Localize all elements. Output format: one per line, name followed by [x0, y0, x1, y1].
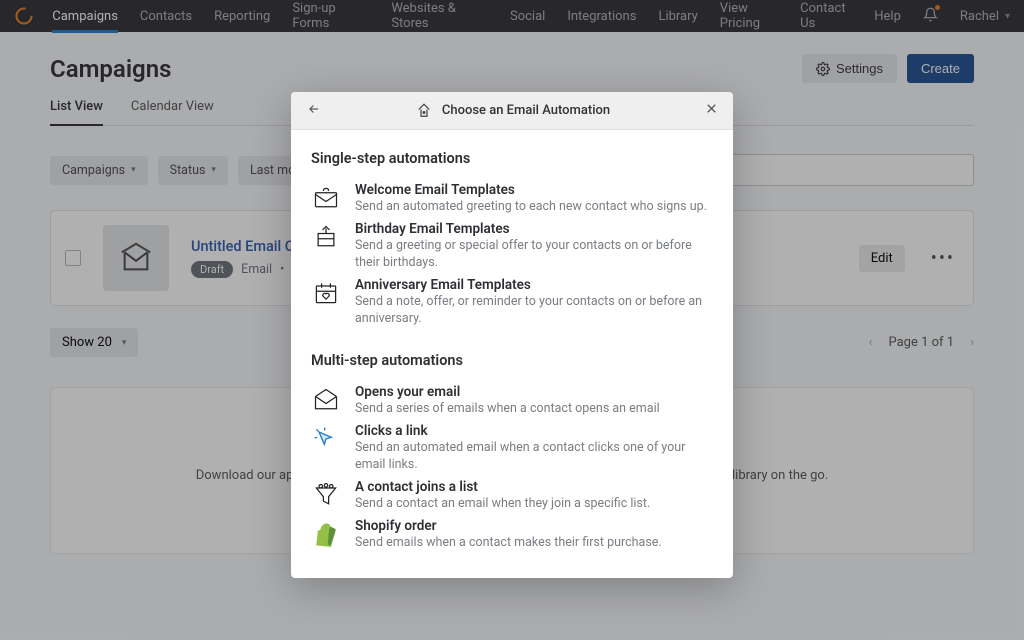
modal-title-text: Choose an Email Automation [442, 103, 610, 118]
opt-opens-email[interactable]: Opens your emailSend a series of emails … [311, 381, 713, 420]
opt-anniversary-email[interactable]: Anniversary Email TemplatesSend a note, … [311, 274, 713, 330]
opt-birthday-email[interactable]: Birthday Email TemplatesSend a greeting … [311, 218, 713, 274]
opt-clicks-link[interactable]: Clicks a linkSend an automated email whe… [311, 420, 713, 476]
modal-back[interactable] [305, 101, 323, 120]
open-email-icon [311, 385, 341, 415]
modal-overlay[interactable]: Choose an Email Automation Single-step a… [0, 0, 1024, 640]
opt-shopify-order[interactable]: Shopify orderSend emails when a contact … [311, 515, 713, 554]
automation-modal: Choose an Email Automation Single-step a… [291, 92, 733, 578]
welcome-email-icon [311, 183, 341, 213]
automation-icon [414, 102, 434, 120]
section-single-title: Single-step automations [311, 150, 713, 167]
opt-joins-list[interactable]: A contact joins a listSend a contact an … [311, 476, 713, 515]
cursor-click-icon [311, 424, 341, 454]
birthday-icon [311, 222, 341, 252]
modal-close[interactable] [704, 101, 719, 120]
section-multi-title: Multi-step automations [311, 352, 713, 369]
funnel-icon [311, 480, 341, 510]
opt-welcome-email[interactable]: Welcome Email TemplatesSend an automated… [311, 179, 713, 218]
calendar-heart-icon [311, 278, 341, 308]
shopify-icon [311, 519, 341, 549]
